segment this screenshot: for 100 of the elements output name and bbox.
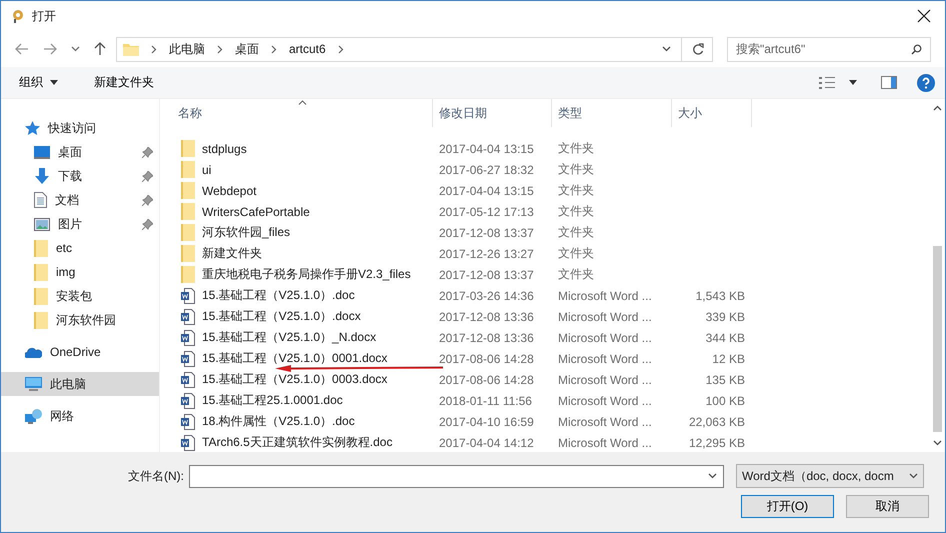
word-document-icon (181, 350, 195, 366)
file-name[interactable]: 15.基础工程（V25.1.0）_N.docx (202, 329, 376, 346)
date-modified: 2017-04-04 13:15 (438, 142, 535, 156)
chevron-right-icon[interactable] (151, 44, 157, 54)
sidebar-item[interactable]: 图片 (1, 212, 159, 236)
sidebar-label: 文档 (55, 192, 79, 208)
chevron-right-icon[interactable] (338, 44, 344, 54)
file-name[interactable]: ui (202, 162, 212, 176)
sidebar-item[interactable]: 文档 (1, 188, 159, 212)
view-options-icon[interactable] (819, 76, 835, 88)
forward-arrow-icon[interactable] (43, 43, 57, 55)
file-type-dropdown[interactable]: Word文档（doc, docx, docm (736, 464, 924, 488)
cloud-icon (25, 346, 42, 358)
column-header[interactable]: 大小 (672, 99, 752, 127)
back-arrow-icon[interactable] (15, 43, 29, 55)
file-name[interactable]: stdplugs (202, 142, 247, 156)
folder-icon (181, 140, 195, 157)
file-type: Microsoft Word ... (557, 436, 653, 450)
cancel-button[interactable]: 取消 (846, 495, 929, 518)
sidebar-item[interactable]: OneDrive (1, 340, 159, 364)
search-field[interactable]: 搜索"artcut6" (727, 36, 931, 62)
column-header[interactable]: 名称 (160, 99, 433, 127)
sidebar-label: 图片 (58, 216, 82, 232)
filename-field[interactable] (189, 464, 724, 488)
date-modified: 2018-01-11 11:56 (438, 394, 533, 408)
address-bar[interactable]: 此电脑 桌面 artcut6 (116, 36, 713, 62)
file-size: 344 KB (704, 330, 746, 344)
file-size: 12,295 KB (688, 436, 746, 450)
chevron-down-icon[interactable] (708, 473, 717, 479)
file-name[interactable]: WritersCafePortable (202, 204, 310, 218)
file-name[interactable]: 18.构件属性（V25.1.0）.doc (202, 413, 355, 430)
date-modified: 2017-04-10 16:59 (438, 414, 535, 428)
date-modified: 2017-04-04 14:12 (438, 436, 535, 450)
sidebar-item[interactable]: etc (1, 236, 159, 260)
chevron-right-icon[interactable] (217, 44, 223, 54)
refresh-icon[interactable] (692, 42, 704, 56)
chevron-right-icon[interactable] (271, 44, 277, 54)
file-name[interactable]: 15.基础工程25.1.0001.doc (202, 392, 343, 409)
file-name[interactable]: 河东软件园_files (202, 224, 290, 241)
chevron-down-icon[interactable] (71, 46, 80, 52)
sidebar-item[interactable]: 安装包 (1, 284, 159, 308)
date-modified: 2017-12-08 13:37 (438, 226, 535, 240)
file-name[interactable]: 15.基础工程（V25.1.0）.doc (202, 287, 355, 304)
folder-icon (34, 240, 48, 256)
file-name[interactable]: 新建文件夹 (202, 245, 262, 262)
sidebar-item[interactable]: 河东软件园 (1, 308, 159, 332)
file-size: 135 KB (704, 372, 746, 386)
document-icon (34, 192, 47, 208)
pin-icon[interactable] (142, 218, 153, 230)
column-header[interactable]: 类型 (552, 99, 672, 127)
scroll-up-icon[interactable] (933, 105, 942, 111)
sidebar-label: OneDrive (50, 345, 101, 359)
chevron-down-icon[interactable] (662, 46, 671, 52)
scroll-down-icon[interactable] (933, 440, 942, 446)
pin-icon[interactable] (142, 194, 153, 206)
date-modified: 2017-06-27 18:32 (438, 162, 535, 176)
sidebar-item[interactable]: 下载 (1, 164, 159, 188)
close-icon[interactable] (917, 9, 931, 23)
pin-icon[interactable] (142, 146, 153, 158)
folder-icon (181, 245, 195, 262)
file-type: Microsoft Word ... (557, 330, 653, 344)
file-size: 12 KB (711, 352, 746, 366)
sidebar-item[interactable]: 桌面 (1, 140, 159, 164)
sidebar-item[interactable]: 此电脑 (1, 372, 159, 396)
breadcrumb[interactable]: 桌面 (235, 40, 259, 58)
sidebar-item[interactable]: img (1, 260, 159, 284)
up-arrow-icon[interactable] (94, 42, 106, 56)
file-name[interactable]: Webdepot (202, 184, 256, 198)
sidebar-item[interactable]: 网络 (1, 404, 159, 428)
column-header[interactable]: 修改日期 (433, 99, 552, 127)
chevron-down-icon (909, 473, 918, 479)
sidebar-label: 桌面 (58, 144, 82, 160)
folder-icon (34, 264, 48, 280)
file-name[interactable]: 15.基础工程（V25.1.0）.docx (202, 308, 361, 325)
pin-icon[interactable] (142, 170, 153, 182)
breadcrumb[interactable]: 此电脑 (169, 40, 205, 58)
breadcrumb[interactable]: artcut6 (289, 42, 326, 56)
word-document-icon (181, 308, 195, 324)
word-document-icon (181, 372, 195, 388)
help-icon[interactable] (917, 74, 935, 92)
scrollbar-thumb[interactable] (933, 246, 942, 432)
file-name[interactable]: 重庆地税电子税务局操作手册V2.3_files (202, 266, 411, 283)
app-icon (11, 9, 25, 23)
sidebar-item[interactable]: 快速访问 (1, 116, 159, 140)
word-document-icon (181, 330, 195, 346)
file-name[interactable]: 15.基础工程（V25.1.0）0003.docx (202, 371, 388, 388)
caret-down-icon[interactable] (849, 80, 857, 85)
open-button[interactable]: 打开(O) (741, 495, 834, 518)
file-name[interactable]: TArch6.5天正建筑软件实例教程.doc (202, 434, 392, 451)
star-icon (25, 120, 40, 136)
file-name[interactable]: 15.基础工程（V25.1.0）0001.docx (202, 350, 388, 367)
sidebar-label: 此电脑 (50, 376, 86, 392)
word-document-icon (181, 414, 195, 430)
folder-icon (181, 266, 195, 283)
organize-button[interactable]: 组织 (13, 71, 64, 94)
file-type: Microsoft Word ... (557, 288, 653, 302)
preview-pane-icon[interactable] (881, 76, 897, 89)
new-folder-button[interactable]: 新建文件夹 (88, 71, 160, 94)
word-document-icon (181, 434, 195, 450)
folder-icon (34, 312, 48, 328)
